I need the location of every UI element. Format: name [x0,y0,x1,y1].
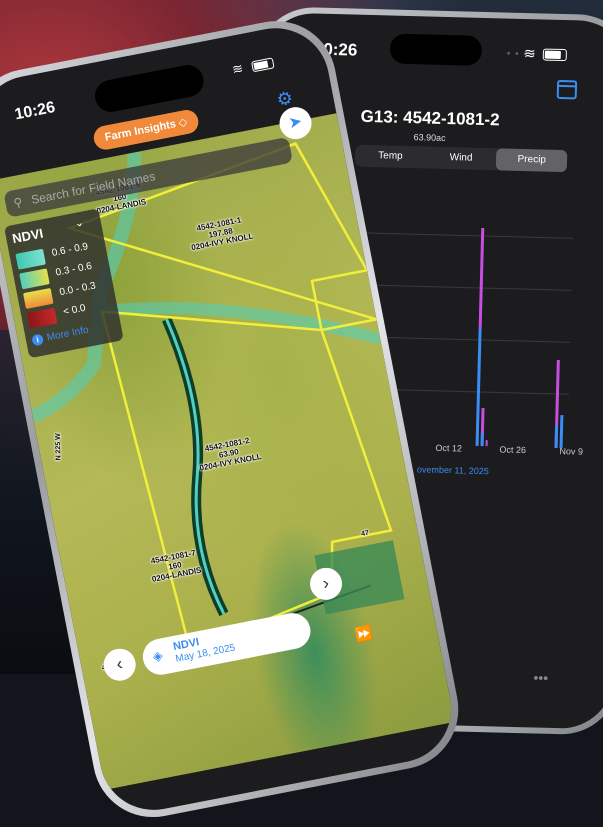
fast-forward-icon[interactable]: ⏩ [354,624,374,644]
tab-wind[interactable]: Wind [425,146,496,170]
legend-swatch [26,307,58,329]
gridline [353,232,574,239]
legend-swatch [23,287,54,310]
more-info-link[interactable]: i More Info [31,324,90,347]
info-icon: i [31,333,45,347]
dynamic-island [92,62,207,115]
tab-temp[interactable]: Temp [355,145,426,169]
calendar-icon[interactable] [556,79,578,100]
more-icon[interactable]: ••• [533,669,548,685]
x-tick: Oct 26 [499,444,527,456]
road-label: N 225 W [54,433,63,461]
battery-icon [250,57,275,73]
legend-label: < 0.0 [62,302,87,318]
wifi-icon: ≋ [230,60,245,78]
precip-bar [478,227,485,328]
precip-bar [559,415,564,449]
x-tick: Nov 9 [559,446,584,457]
tab-precip[interactable]: Precip [496,148,568,173]
chevron-down-icon[interactable]: ⌄ [73,216,85,231]
legend-label: 0.6 - 0.9 [50,241,90,259]
precip-bar [480,433,484,447]
legend-label: 0.0 - 0.3 [58,280,97,299]
precip-bar [485,440,488,447]
road-label: 47 [360,529,370,539]
weather-segmented-control[interactable]: Temp Wind Precip [354,144,568,173]
status-time: 10:26 [13,98,57,124]
gridline [351,284,572,291]
selected-date: ovember 11, 2025 [416,464,489,477]
precip-bar [475,327,482,446]
more-info-label: More Info [45,324,90,344]
precip-bar [554,424,559,449]
search-icon: ⚲ [12,194,24,211]
legend-title: NDVI [11,225,45,247]
battery-icon [542,48,567,62]
wifi-icon: ≋ [523,45,536,62]
dynamic-island [389,33,483,66]
layers-icon: ◈ [151,647,164,665]
legend-swatch [15,248,46,270]
legend-label: 0.3 - 0.6 [54,260,93,279]
legend-swatch [19,268,50,290]
x-tick: Oct 12 [435,442,463,454]
